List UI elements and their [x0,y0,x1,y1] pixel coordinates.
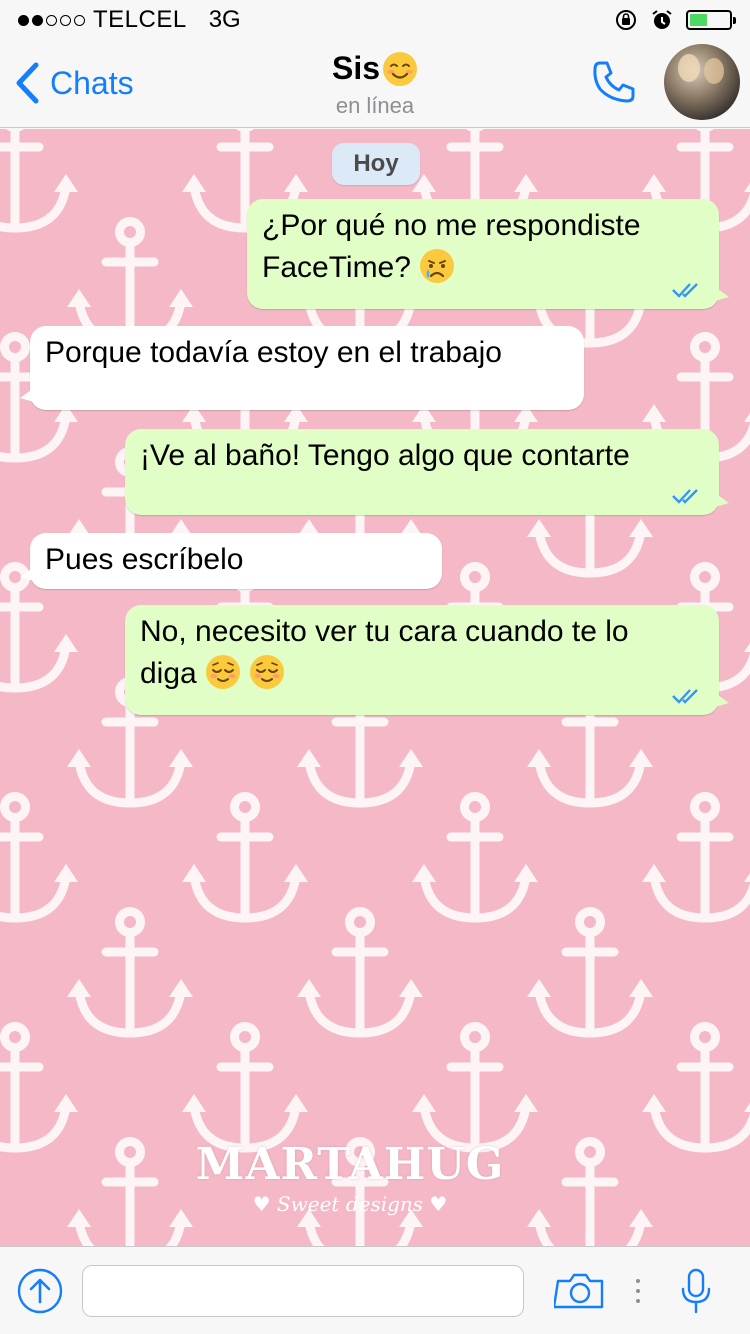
relieved-face-icon [250,655,285,689]
message-text: diga [140,657,197,690]
message-input[interactable] [82,1265,524,1317]
message-text: Porque todavía estoy en el trabajo [45,336,502,369]
chat-area: MARTAHUG ♥ Sweet designs ♥ Hoy ¿Por qué … [0,129,750,1246]
watermark: MARTAHUG ♥ Sweet designs ♥ [180,1139,520,1216]
contact-name: Sis [331,50,381,86]
microphone-icon[interactable] [680,1267,712,1317]
watermark-subtitle: ♥ Sweet designs ♥ [252,1192,448,1216]
camera-icon[interactable] [554,1271,606,1311]
more-options-icon[interactable] [634,1277,642,1305]
conversation-header: Chats Sis en línea [0,40,750,128]
message-bubble-outgoing[interactable]: ¡Ve al baño! Tengo algo que contarte [125,429,729,515]
message-bubble-outgoing[interactable]: No, necesito ver tu cara cuando te lo di… [125,605,729,715]
relieved-face-icon [206,655,241,689]
crying-face-icon [420,249,455,283]
message-bubble-outgoing[interactable]: ¿Por qué no me respondiste FaceTime? [247,199,729,309]
rotation-lock-icon [616,10,636,30]
message-input-bar [0,1246,750,1334]
contact-avatar[interactable] [664,44,740,120]
share-upload-icon[interactable] [16,1267,64,1315]
carrier-label: TELCEL [93,6,187,33]
message-text-line: FaceTime? [262,247,703,289]
read-receipt-icon [672,283,698,298]
network-type: 3G [208,6,241,33]
date-separator: Hoy [332,143,420,185]
message-text: ¡Ve al baño! Tengo algo que contarte [140,439,630,472]
battery-icon [686,10,736,30]
read-receipt-icon [672,489,698,504]
read-receipt-icon [672,689,698,704]
watermark-title: MARTAHUG [195,1139,505,1190]
phone-call-icon[interactable] [590,58,638,106]
message-text-line: diga [140,653,703,695]
message-text: No, necesito ver tu cara cuando te lo [140,615,629,648]
alarm-icon [652,10,672,29]
message-text: Pues escríbelo [45,543,244,576]
message-text: FaceTime? [262,251,411,284]
message-bubble-incoming[interactable]: Pues escríbelo [20,533,442,589]
message-text: ¿Por qué no me respondiste [262,209,641,242]
smiling-face-icon [383,51,418,86]
message-bubble-incoming[interactable]: Porque todavía estoy en el trabajo [20,326,584,410]
signal-strength-icon [18,14,85,26]
status-bar: TELCEL 3G [0,0,750,40]
